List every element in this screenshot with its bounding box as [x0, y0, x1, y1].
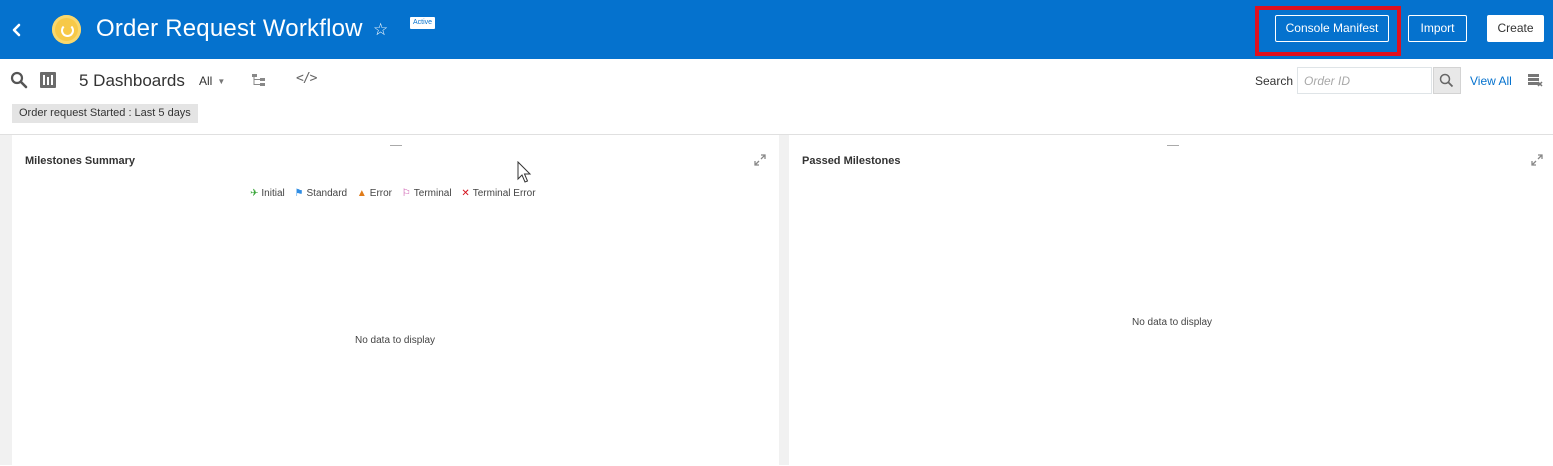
console-manifest-button[interactable]: Console Manifest	[1275, 15, 1389, 42]
drag-handle[interactable]	[1167, 145, 1179, 146]
dashboards-count: 5 Dashboards	[79, 71, 185, 90]
flag-icon: ⚑	[294, 188, 304, 199]
app-logo-icon	[52, 15, 81, 44]
checkered-flag-icon: ⚐	[401, 188, 411, 199]
chevron-down-icon: ▼	[217, 77, 226, 86]
dashboard-config-icon[interactable]	[40, 72, 56, 88]
create-button[interactable]: Create	[1487, 15, 1544, 42]
code-icon[interactable]: </>	[296, 71, 318, 86]
database-clear-icon[interactable]	[1527, 72, 1543, 88]
dashboard-filter-dropdown[interactable]: All ▼	[199, 74, 225, 88]
dropdown-label: All	[199, 74, 213, 88]
dashboard-area: Milestones Summary ✈ Initial ⚑ Standard ▲ E…	[0, 134, 1553, 466]
filter-chip[interactable]: Order request Started : Last 5 days	[12, 104, 198, 123]
legend-item-terminal-error[interactable]: ✕ Terminal Error	[461, 188, 535, 199]
empty-state-message: No data to display	[355, 335, 436, 346]
order-id-search-input[interactable]	[1297, 67, 1432, 94]
panel-title: Milestones Summary	[25, 155, 136, 167]
legend-label: Terminal	[413, 188, 452, 199]
import-button[interactable]: Import	[1408, 15, 1467, 42]
search-label: Search	[1255, 74, 1294, 88]
panel-title: Passed Milestones	[802, 155, 901, 167]
search-icon[interactable]	[10, 71, 28, 89]
drag-handle[interactable]	[390, 145, 402, 146]
status-badge: Active	[410, 17, 436, 29]
hierarchy-icon[interactable]	[251, 73, 267, 87]
legend-item-terminal[interactable]: ⚐ Terminal	[402, 188, 452, 199]
empty-state-message: No data to display	[1132, 317, 1213, 328]
passed-milestones-panel: Passed Milestones No data to display	[789, 135, 1553, 466]
warning-icon: ▲	[356, 188, 367, 199]
search-button[interactable]	[1433, 67, 1461, 94]
legend-item-standard[interactable]: ⚑ Standard	[295, 188, 348, 199]
toolbar: 5 Dashboards All ▼ </> Search View All Or…	[0, 59, 1553, 134]
legend-item-initial[interactable]: ✈ Initial	[250, 188, 285, 199]
app-header: Order Request Workflow ☆ Active Console …	[0, 0, 1553, 59]
page-title: Order Request Workflow	[96, 15, 363, 42]
pin-icon: ✈	[250, 188, 259, 199]
legend-label: Initial	[261, 188, 285, 199]
legend-label: Standard	[306, 188, 348, 199]
mouse-cursor-icon	[517, 161, 532, 183]
view-all-link[interactable]: View All	[1470, 74, 1512, 88]
chart-legend: ✈ Initial ⚑ Standard ▲ Error ⚐ Terminal ✕ Ter…	[250, 188, 543, 199]
legend-label: Terminal Error	[472, 188, 536, 199]
favorite-star-icon[interactable]: ☆	[373, 20, 388, 40]
search-icon	[1439, 73, 1454, 88]
expand-icon[interactable]	[753, 153, 767, 167]
expand-icon[interactable]	[1530, 153, 1544, 167]
legend-label: Error	[369, 188, 393, 199]
legend-item-error[interactable]: ▲ Error	[357, 188, 392, 199]
back-chevron-icon[interactable]	[7, 19, 27, 41]
milestones-summary-panel: Milestones Summary ✈ Initial ⚑ Standard ▲ E…	[12, 135, 779, 466]
x-icon: ✕	[461, 188, 470, 199]
